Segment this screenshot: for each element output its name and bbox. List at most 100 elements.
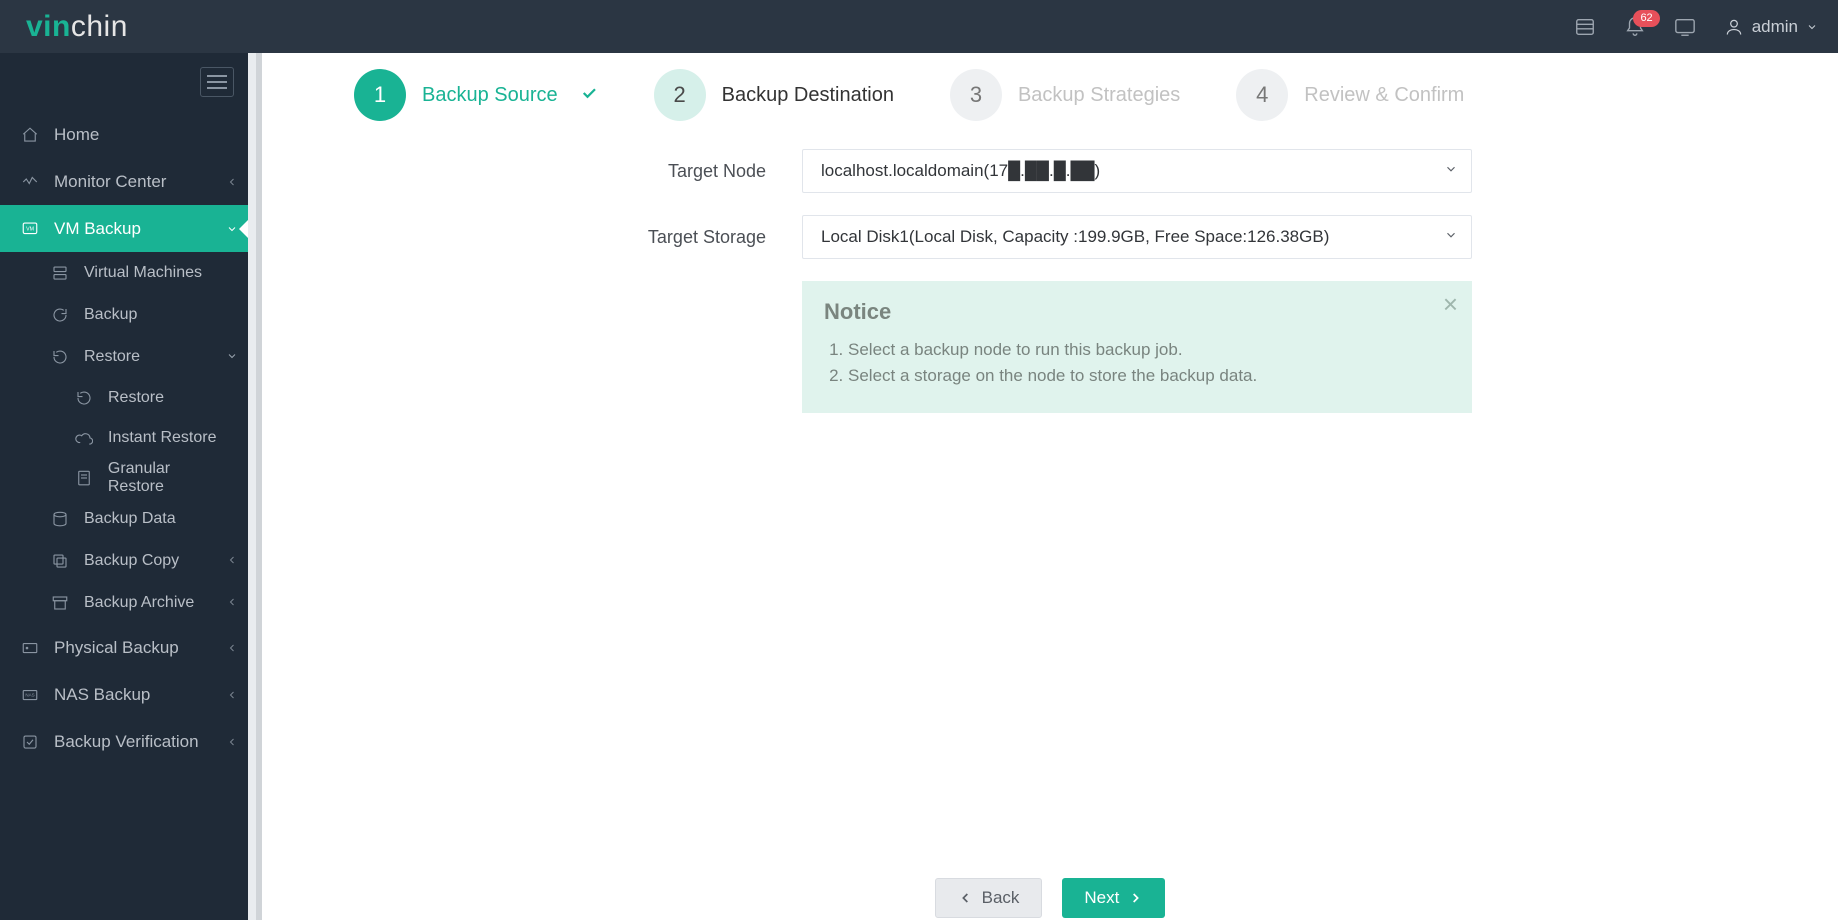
topbar: vinchin 62 admin	[0, 0, 1838, 53]
sidebar-item-physical-backup[interactable]: Physical Backup	[0, 624, 248, 671]
next-button[interactable]: Next	[1062, 878, 1165, 918]
sidebar-item-backup-data[interactable]: Backup Data	[0, 498, 248, 540]
chevron-down-icon	[226, 349, 238, 367]
archive-icon	[48, 594, 72, 612]
step-label: Backup Source	[422, 84, 558, 107]
step-label: Review & Confirm	[1304, 84, 1464, 107]
sidebar-item-label: Backup Archive	[84, 594, 194, 612]
step-number: 1	[354, 69, 406, 121]
chevron-left-icon	[226, 553, 238, 571]
check-icon	[580, 84, 598, 107]
sidebar-item-vm-backup[interactable]: VM VM Backup	[0, 205, 248, 252]
chevron-left-icon	[226, 686, 238, 706]
database-icon	[48, 510, 72, 528]
sidebar-item-label: Backup	[84, 306, 137, 324]
sidebar-item-label: Instant Restore	[108, 429, 217, 447]
sidebar-item-label: Backup Copy	[84, 552, 179, 570]
step-review-confirm[interactable]: 4 Review & Confirm	[1236, 69, 1464, 121]
chevron-left-icon	[226, 595, 238, 613]
brand-logo: vinchin	[26, 10, 128, 44]
chevron-left-icon	[226, 639, 238, 659]
brand-suffix: chin	[71, 10, 128, 43]
user-label: admin	[1752, 17, 1798, 37]
server-icon	[48, 264, 72, 282]
svg-text:NAS: NAS	[25, 692, 34, 697]
back-button[interactable]: Back	[935, 878, 1043, 918]
step-number: 2	[654, 69, 706, 121]
chevron-down-icon	[226, 220, 238, 240]
vm-icon: VM	[18, 220, 42, 238]
topbar-right: 62 admin	[1574, 16, 1818, 38]
verify-icon	[18, 733, 42, 751]
sidebar-item-label: Backup Data	[84, 510, 176, 528]
wizard-steps: 1 Backup Source 2 Backup Destination 3 B…	[262, 59, 1838, 149]
monitor-icon	[18, 173, 42, 191]
sidebar-item-restore[interactable]: Restore	[0, 336, 248, 378]
main-content: 1 Backup Source 2 Backup Destination 3 B…	[256, 53, 1838, 920]
sidebar-item-backup[interactable]: Backup	[0, 294, 248, 336]
close-icon[interactable]: ×	[1443, 291, 1458, 317]
sidebar-item-restore-sub[interactable]: Restore	[0, 378, 248, 418]
user-menu[interactable]: admin	[1724, 17, 1818, 37]
jobs-icon[interactable]	[1574, 16, 1596, 38]
sidebar-item-granular-restore[interactable]: Granular Restore	[0, 458, 248, 498]
sidebar-item-nas-backup[interactable]: NAS NAS Backup	[0, 671, 248, 718]
screen-icon[interactable]	[1674, 16, 1696, 38]
sidebar-item-home[interactable]: Home	[0, 111, 248, 158]
copy-icon	[48, 552, 72, 570]
back-label: Back	[982, 888, 1020, 908]
cloud-restore-icon	[72, 429, 96, 447]
notifications-icon[interactable]: 62	[1624, 16, 1646, 38]
step-backup-destination[interactable]: 2 Backup Destination	[654, 69, 894, 121]
sidebar-item-label: Monitor Center	[54, 172, 166, 192]
row-target-storage: Target Storage Local Disk1(Local Disk, C…	[382, 215, 1562, 259]
user-icon	[1724, 17, 1744, 37]
arrow-right-icon	[1127, 890, 1143, 906]
notice-title: Notice	[824, 299, 1450, 325]
arrow-left-icon	[958, 890, 974, 906]
step-number: 3	[950, 69, 1002, 121]
sidebar-item-backup-verification[interactable]: Backup Verification	[0, 718, 248, 765]
physical-icon	[18, 639, 42, 657]
chevron-down-icon	[1444, 161, 1458, 181]
sidebar-item-label: Physical Backup	[54, 638, 179, 658]
target-storage-value: Local Disk1(Local Disk, Capacity :199.9G…	[821, 227, 1329, 247]
sidebar-item-instant-restore[interactable]: Instant Restore	[0, 418, 248, 458]
chevron-left-icon	[226, 733, 238, 753]
notice-item: Select a storage on the node to store th…	[848, 363, 1450, 389]
svg-text:VM: VM	[26, 226, 34, 232]
wizard-footer: Back Next	[262, 872, 1838, 920]
notice-panel: × Notice Select a backup node to run thi…	[802, 281, 1472, 413]
step-backup-strategies[interactable]: 3 Backup Strategies	[950, 69, 1180, 121]
undo-icon	[72, 389, 96, 407]
undo-icon	[48, 348, 72, 366]
file-icon	[72, 469, 96, 487]
sidebar-toggle[interactable]	[200, 67, 234, 97]
sidebar-item-label: Backup Verification	[54, 732, 199, 752]
notification-badge: 62	[1633, 10, 1659, 27]
step-backup-source[interactable]: 1 Backup Source	[354, 69, 598, 121]
notice-item: Select a backup node to run this backup …	[848, 337, 1450, 363]
step-label: Backup Destination	[722, 84, 894, 107]
brand-prefix: vin	[26, 10, 71, 43]
sidebar-item-label: Virtual Machines	[84, 264, 202, 282]
target-storage-select[interactable]: Local Disk1(Local Disk, Capacity :199.9G…	[802, 215, 1472, 259]
step-label: Backup Strategies	[1018, 84, 1180, 107]
sidebar-item-monitor[interactable]: Monitor Center	[0, 158, 248, 205]
step-number: 4	[1236, 69, 1288, 121]
form-zone: Target Node localhost.localdomain(17█.██…	[262, 149, 1562, 259]
sidebar-item-backup-archive[interactable]: Backup Archive	[0, 582, 248, 624]
target-node-value: localhost.localdomain(17█.██.█.██)	[821, 161, 1100, 181]
sidebar-item-virtual-machines[interactable]: Virtual Machines	[0, 252, 248, 294]
sidebar-item-backup-copy[interactable]: Backup Copy	[0, 540, 248, 582]
row-target-node: Target Node localhost.localdomain(17█.██…	[382, 149, 1562, 193]
target-node-select[interactable]: localhost.localdomain(17█.██.█.██)	[802, 149, 1472, 193]
sidebar-item-label: Home	[54, 125, 99, 145]
refresh-icon	[48, 306, 72, 324]
sidebar-item-label: Restore	[84, 348, 140, 366]
target-storage-label: Target Storage	[382, 227, 802, 248]
target-node-label: Target Node	[382, 161, 802, 182]
nas-icon: NAS	[18, 686, 42, 704]
home-icon	[18, 126, 42, 144]
chevron-down-icon	[1444, 227, 1458, 247]
